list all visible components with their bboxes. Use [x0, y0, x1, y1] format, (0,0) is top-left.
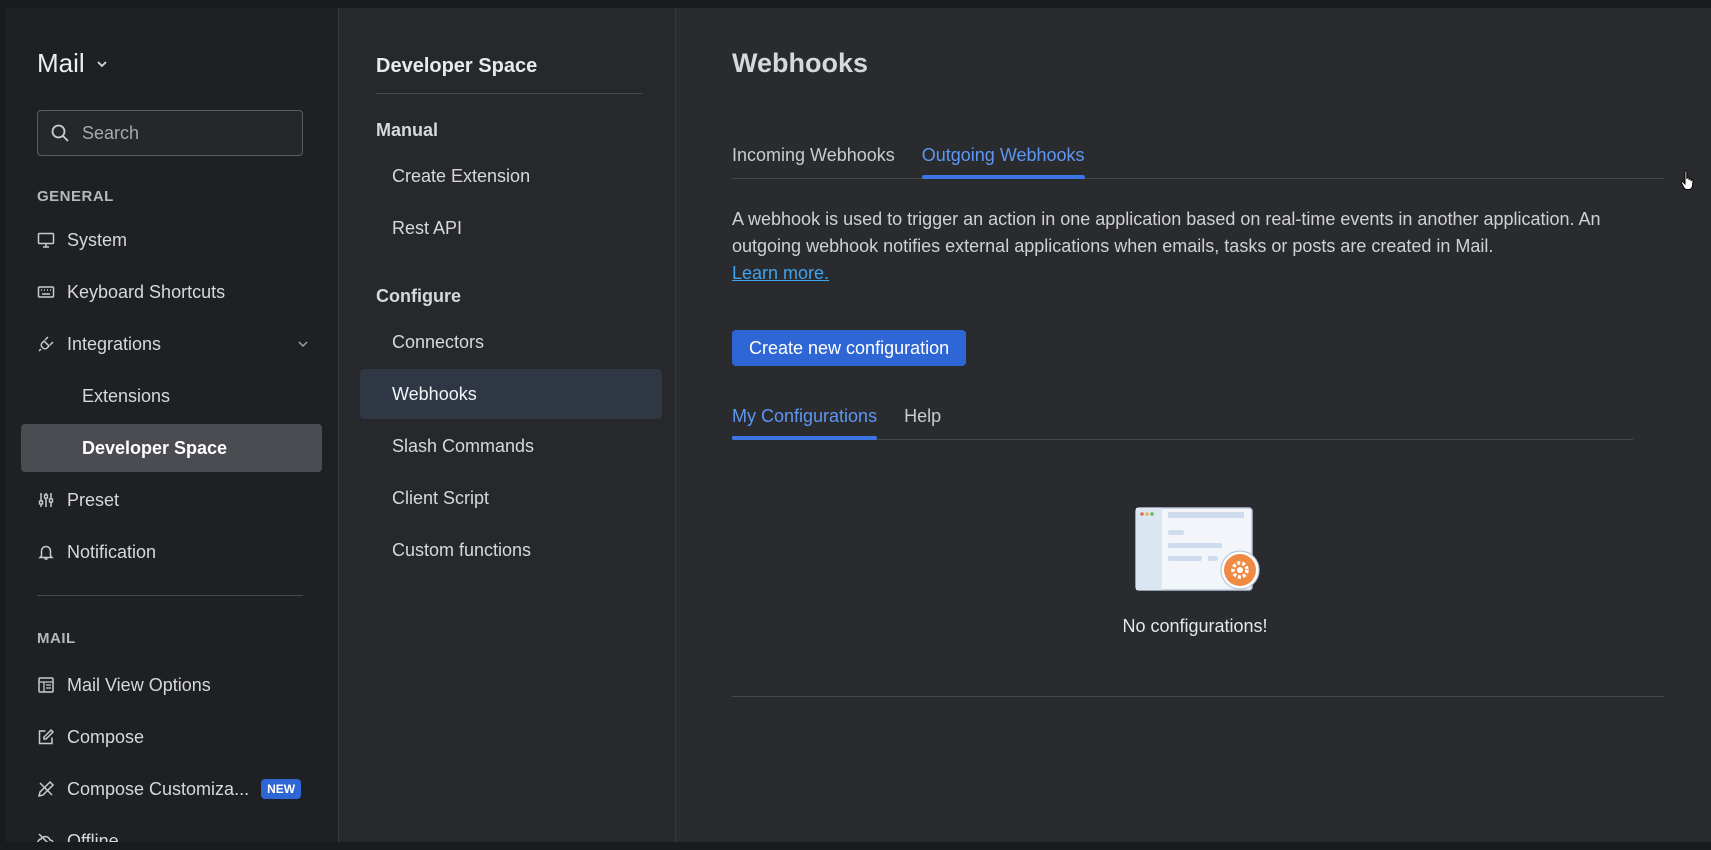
sidebar-item-keyboard-shortcuts[interactable]: Keyboard Shortcuts: [21, 268, 322, 316]
manual-group-label: Manual: [376, 120, 439, 140]
sidebar-item-extensions[interactable]: Extensions: [21, 372, 322, 420]
bell-icon: [38, 545, 54, 560]
sidebar-item-mail-view-options[interactable]: Mail View Options: [21, 661, 322, 709]
tab-outgoing-webhooks[interactable]: Outgoing Webhooks: [921, 132, 1085, 179]
sidebar-item-integrations[interactable]: Integrations: [21, 320, 322, 368]
panel-item-webhooks[interactable]: Webhooks: [360, 369, 662, 419]
empty-state-text: No configurations!: [1122, 616, 1268, 636]
sidebar-item-label: Integrations: [67, 333, 162, 354]
panel-item-connectors[interactable]: Connectors: [360, 317, 662, 367]
sidebar-item-compose[interactable]: Compose: [21, 713, 322, 761]
description-text: A webhook is used to trigger an action i…: [732, 209, 1601, 256]
app-switcher[interactable]: Mail: [37, 48, 109, 79]
keyboard-icon: [37, 286, 55, 298]
sidebar-item-preset[interactable]: Preset: [21, 476, 322, 524]
plug-icon: [38, 336, 54, 352]
panel-divider: [376, 93, 643, 94]
webhooks-content: Webhooks Incoming Webhooks Outgoing Webh…: [676, 8, 1711, 842]
panel-title: Developer Space: [376, 55, 538, 77]
settings-sidebar: Mail GENERAL System Keyboard Shortcuts I…: [5, 8, 339, 842]
configure-group-label: Configure: [376, 286, 461, 306]
sidebar-item-label: Compose: [67, 726, 145, 747]
settings-window: Mail GENERAL System Keyboard Shortcuts I…: [5, 8, 1711, 842]
page-title: Webhooks: [732, 48, 869, 78]
webhook-tabs: Incoming Webhooks Outgoing Webhooks: [732, 132, 1664, 179]
hand-cursor-icon: [1680, 170, 1694, 190]
configuration-tabs: My Configurations Help: [732, 393, 1633, 440]
panel-item-custom-functions[interactable]: Custom functions: [360, 525, 662, 575]
tools-icon: [37, 780, 55, 798]
sidebar-item-label: Extensions: [82, 385, 171, 406]
panel-item-client-script[interactable]: Client Script: [360, 473, 662, 523]
panel-item-create-extension[interactable]: Create Extension: [360, 151, 662, 201]
sidebar-item-offline[interactable]: Offline: [21, 817, 322, 842]
panel-item-slash-commands[interactable]: Slash Commands: [360, 421, 662, 471]
sidebar-item-label: Compose Customiza...: [67, 778, 250, 799]
sidebar-item-notification[interactable]: Notification: [21, 528, 322, 576]
developer-space-panel: Developer Space Manual Create Extension …: [339, 8, 676, 842]
search-icon: [51, 124, 69, 142]
search-input[interactable]: [80, 121, 284, 145]
chevron-down-icon: [298, 341, 308, 348]
tab-incoming-webhooks[interactable]: Incoming Webhooks: [732, 132, 895, 178]
search-box[interactable]: [37, 110, 303, 156]
edit-icon: [38, 728, 55, 745]
sidebar-item-system[interactable]: System: [21, 216, 322, 264]
sidebar-divider: [37, 595, 303, 596]
sliders-icon: [38, 493, 54, 507]
tab-help[interactable]: Help: [904, 393, 941, 439]
sidebar-item-label: Developer Space: [82, 437, 228, 458]
tab-my-configurations[interactable]: My Configurations: [732, 393, 878, 440]
layout-icon: [38, 677, 54, 693]
sidebar-item-label: Preset: [67, 489, 120, 510]
new-badge: NEW: [261, 779, 302, 799]
mail-section-label: MAIL: [37, 630, 76, 647]
sidebar-item-label: Mail View Options: [67, 674, 211, 695]
sidebar-item-label: Notification: [67, 541, 157, 562]
general-section-label: GENERAL: [37, 188, 114, 205]
sidebar-item-label: Offline: [67, 830, 119, 843]
empty-state-illustration: [1135, 507, 1260, 591]
panel-item-rest-api[interactable]: Rest API: [360, 203, 662, 253]
monitor-icon: [37, 232, 55, 248]
content-divider: [732, 696, 1664, 697]
sidebar-item-label: System: [67, 229, 128, 250]
sidebar-item-label: Keyboard Shortcuts: [67, 281, 226, 302]
webhook-description: A webhook is used to trigger an action i…: [732, 206, 1672, 287]
create-configuration-button[interactable]: Create new configuration: [732, 330, 967, 366]
sidebar-item-developer-space[interactable]: Developer Space: [21, 424, 322, 472]
learn-more-link[interactable]: Learn more.: [732, 263, 829, 283]
cloud-off-icon: [37, 833, 54, 842]
chevron-down-icon: [97, 60, 107, 67]
sidebar-item-compose-customization[interactable]: Compose Customiza... NEW: [21, 765, 322, 813]
app-title: Mail: [37, 48, 85, 78]
